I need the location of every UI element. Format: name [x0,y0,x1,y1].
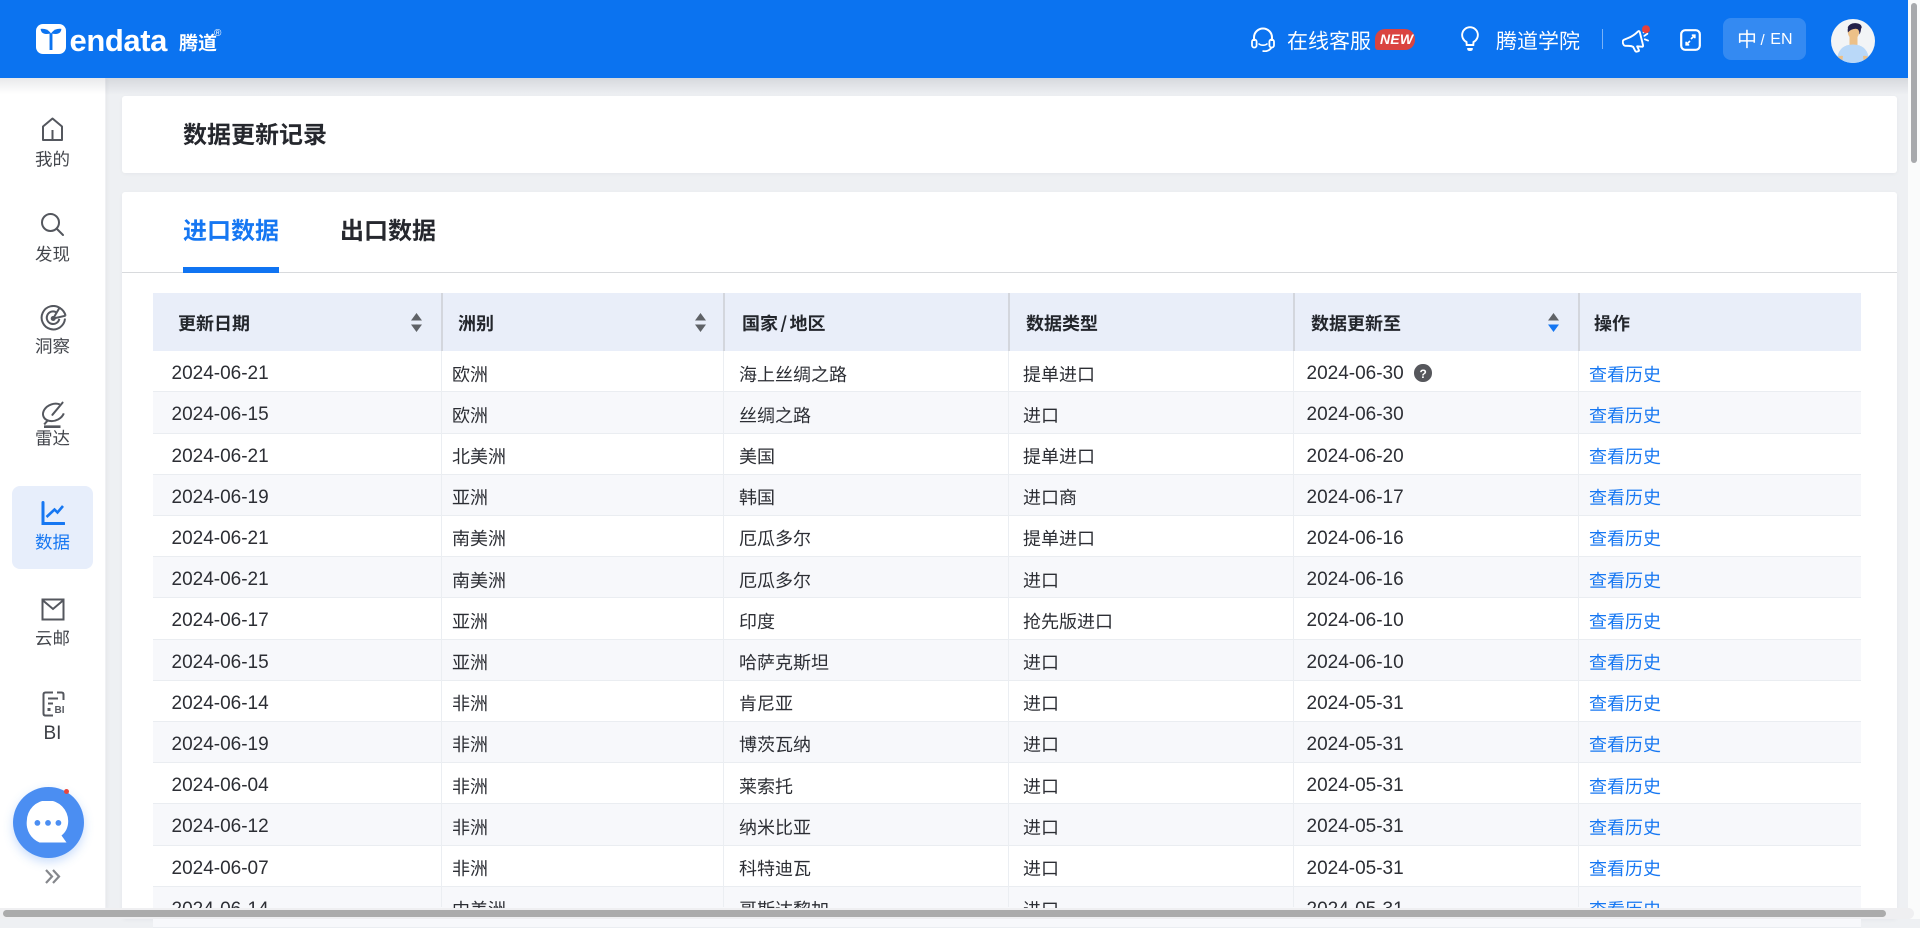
svg-text:BI: BI [55,705,65,716]
